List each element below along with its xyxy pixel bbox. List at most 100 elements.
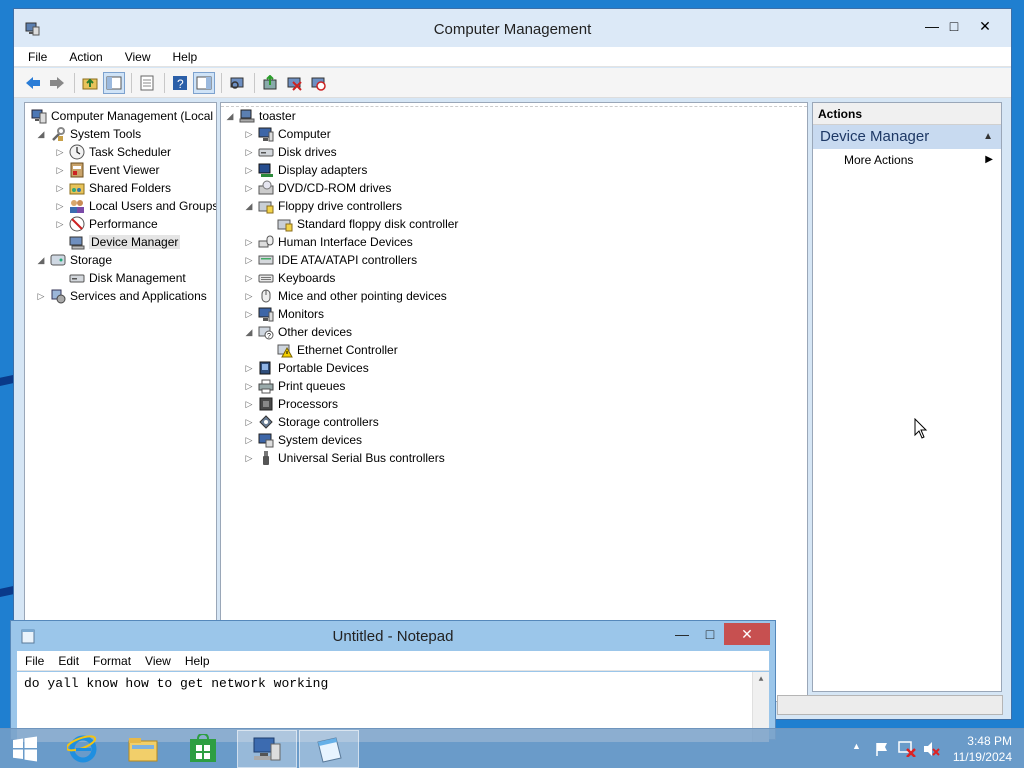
menu-help[interactable]: Help — [169, 50, 202, 64]
device-tree-item-dvd-cd-rom-drives[interactable]: ▷ DVD/CD-ROM drives — [244, 179, 391, 197]
device-tree-item-ethernet-controller[interactable]: Ethernet Controller — [263, 341, 398, 359]
more-actions-item[interactable]: More Actions ▶ — [813, 149, 1001, 171]
expand-arrow-icon[interactable]: ▷ — [244, 165, 254, 176]
device-tree-item-ide-ata-atapi-controllers[interactable]: ▷ IDE ATA/ATAPI controllers — [244, 251, 418, 269]
show-hide-console-tree-button[interactable] — [103, 71, 125, 94]
menu-file[interactable]: File — [24, 50, 51, 64]
action-center-flag-icon[interactable] — [874, 741, 890, 760]
device-tree-item-print-queues[interactable]: ▷ Print queues — [244, 377, 345, 395]
scan-hardware-button[interactable] — [226, 72, 248, 94]
minimize-button[interactable]: — — [917, 15, 947, 37]
console-tree-item-storage[interactable]: ◢ Storage — [36, 251, 113, 269]
network-disconnected-icon[interactable] — [898, 741, 916, 760]
scroll-up-icon[interactable]: ▲ — [753, 675, 769, 684]
console-tree-item-local-users-and-groups[interactable]: ▷ Local Users and Groups — [55, 197, 216, 215]
menu-view[interactable]: View — [121, 50, 155, 64]
disable-device-button[interactable] — [283, 72, 305, 94]
device-tree-item-standard-floppy-disk-controller[interactable]: Standard floppy disk controller — [263, 215, 458, 233]
console-tree-item-shared-folders[interactable]: ▷ Shared Folders — [55, 179, 172, 197]
device-tree-item-display-adapters[interactable]: ▷ Display adapters — [244, 161, 367, 179]
collapse-arrow-icon[interactable]: ◢ — [36, 129, 46, 140]
show-hidden-icons-chevron[interactable]: ▲ — [852, 741, 861, 751]
device-tree-item-floppy-drive-controllers[interactable]: ◢ Floppy drive controllers — [244, 197, 402, 215]
console-tree-item-task-scheduler[interactable]: ▷ Task Scheduler — [55, 143, 171, 161]
taskbar-notepad[interactable] — [299, 730, 359, 768]
notepad-close-button[interactable]: ✕ — [724, 623, 770, 645]
title-bar[interactable]: Computer Management — □ ✕ — [14, 9, 1011, 47]
expand-arrow-icon[interactable]: ▷ — [244, 309, 254, 320]
device-tree-item-mice-and-other-pointing-devices[interactable]: ▷ Mice and other pointing devices — [244, 287, 447, 305]
help-button[interactable]: ? — [169, 72, 191, 94]
console-tree-item-computer-management-local[interactable]: Computer Management (Local — [25, 107, 213, 125]
notepad-menu-help[interactable]: Help — [181, 654, 214, 668]
uninstall-device-button[interactable] — [307, 72, 329, 94]
notepad-minimize-button[interactable]: — — [667, 623, 697, 645]
expand-arrow-icon[interactable]: ▷ — [244, 363, 254, 374]
console-tree-item-disk-management[interactable]: Disk Management — [55, 269, 186, 287]
device-tree-item-portable-devices[interactable]: ▷ Portable Devices — [244, 359, 369, 377]
back-button[interactable] — [22, 72, 44, 94]
expand-arrow-icon[interactable]: ▷ — [244, 381, 254, 392]
device-tree-item-computer[interactable]: ▷ Computer — [244, 125, 331, 143]
expand-arrow-icon[interactable]: ▷ — [55, 219, 65, 230]
collapse-arrow-icon[interactable]: ◢ — [244, 201, 254, 212]
expand-arrow-icon[interactable]: ▷ — [244, 273, 254, 284]
show-action-pane-button[interactable] — [193, 71, 215, 94]
console-tree-item-system-tools[interactable]: ◢ System Tools — [36, 125, 141, 143]
expand-arrow-icon[interactable]: ▷ — [244, 129, 254, 140]
expand-arrow-icon[interactable]: ▷ — [244, 453, 254, 464]
notepad-title-bar[interactable]: Untitled - Notepad — □ ✕ — [11, 621, 775, 651]
forward-button[interactable] — [46, 72, 68, 94]
device-tree-item-keyboards[interactable]: ▷ Keyboards — [244, 269, 336, 287]
notepad-menu-view[interactable]: View — [141, 654, 175, 668]
device-tree-item-system-devices[interactable]: ▷ System devices — [244, 431, 362, 449]
console-tree-item-device-manager[interactable]: Device Manager — [55, 233, 181, 251]
device-tree-item-disk-drives[interactable]: ▷ Disk drives — [244, 143, 337, 161]
volume-muted-icon[interactable] — [922, 741, 940, 760]
collapse-arrow-icon[interactable]: ◢ — [36, 255, 46, 266]
device-tree-item-storage-controllers[interactable]: ▷ Storage controllers — [244, 413, 379, 431]
up-one-level-button[interactable] — [79, 72, 101, 94]
console-tree-item-services-and-applications[interactable]: ▷ Services and Applications — [36, 287, 207, 305]
device-tree-item-toaster[interactable]: ◢ toaster — [225, 107, 296, 125]
taskbar-store[interactable] — [173, 730, 233, 768]
expand-arrow-icon[interactable]: ▷ — [244, 237, 254, 248]
collapse-icon[interactable]: ▲ — [983, 125, 993, 149]
notepad-menu-edit[interactable]: Edit — [54, 654, 83, 668]
expand-arrow-icon[interactable]: ▷ — [244, 147, 254, 158]
notepad-maximize-button[interactable]: □ — [695, 623, 725, 645]
expand-arrow-icon[interactable]: ▷ — [244, 435, 254, 446]
expand-arrow-icon[interactable]: ▷ — [36, 291, 46, 302]
console-tree-item-event-viewer[interactable]: ▷ Event Viewer — [55, 161, 159, 179]
expand-arrow-icon[interactable]: ▷ — [55, 183, 65, 194]
expand-arrow-icon[interactable]: ▷ — [244, 183, 254, 194]
taskbar-computer-management[interactable] — [237, 730, 297, 768]
collapse-arrow-icon[interactable]: ◢ — [225, 111, 235, 122]
collapse-arrow-icon[interactable]: ◢ — [244, 327, 254, 338]
actions-section-device-manager[interactable]: Device Manager ▲ — [813, 125, 1001, 149]
expand-arrow-icon[interactable]: ▷ — [55, 165, 65, 176]
expand-arrow-icon[interactable]: ▷ — [244, 399, 254, 410]
taskbar-internet-explorer[interactable] — [53, 730, 113, 768]
taskbar-file-explorer[interactable] — [113, 730, 173, 768]
console-tree-item-performance[interactable]: ▷ Performance — [55, 215, 158, 233]
menu-action[interactable]: Action — [65, 50, 106, 64]
close-button[interactable]: ✕ — [965, 15, 1005, 37]
device-tree-item-monitors[interactable]: ▷ Monitors — [244, 305, 324, 323]
expand-arrow-icon[interactable]: ▷ — [244, 255, 254, 266]
system-clock[interactable]: 3:48 PM 11/19/2024 — [953, 733, 1012, 765]
properties-button[interactable] — [136, 72, 158, 94]
maximize-button[interactable]: □ — [947, 15, 961, 37]
device-tree-item-processors[interactable]: ▷ Processors — [244, 395, 339, 413]
device-tree-item-universal-serial-bus-controllers[interactable]: ▷ Universal Serial Bus controllers — [244, 449, 445, 467]
notepad-menu-file[interactable]: File — [21, 654, 48, 668]
expand-arrow-icon[interactable]: ▷ — [244, 417, 254, 428]
update-driver-button[interactable] — [259, 72, 281, 94]
expand-arrow-icon[interactable]: ▷ — [55, 201, 65, 212]
start-button[interactable] — [0, 730, 50, 768]
device-tree-item-other-devices[interactable]: ◢? Other devices — [244, 323, 353, 341]
expand-arrow-icon[interactable]: ▷ — [244, 291, 254, 302]
notepad-menu-format[interactable]: Format — [89, 654, 135, 668]
device-tree-item-human-interface-devices[interactable]: ▷ Human Interface Devices — [244, 233, 413, 251]
expand-arrow-icon[interactable]: ▷ — [55, 147, 65, 158]
